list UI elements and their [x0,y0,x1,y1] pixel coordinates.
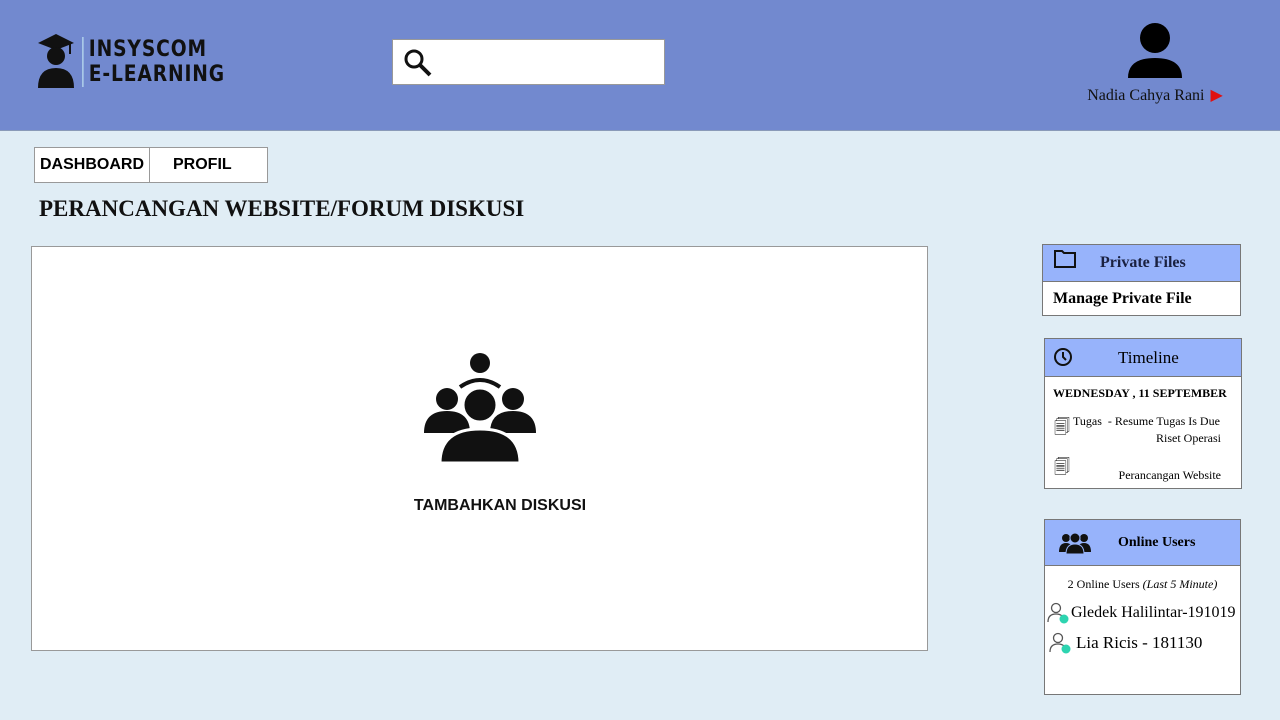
private-files-panel: Private Files Manage Private File [1042,244,1241,316]
header: INSYSCOM E-LEARNING Nadia Cahya Rani ▶ [0,0,1280,131]
search-icon[interactable] [403,48,433,78]
avatar-icon [1128,23,1182,78]
page-title: PERANCANGAN WEBSITE/FORUM DISKUSI [39,196,525,221]
timeline-title: Timeline [1118,347,1179,367]
add-discussion-button[interactable]: TAMBAHKAN DISKUSI [410,497,590,515]
timeline-panel: Timeline WEDNESDAY , 11 SEPTEMBER 🗐 Tuga… [1044,338,1242,489]
document-icon: 🗐 [1054,459,1070,476]
play-arrow-icon[interactable]: ▶ [1210,87,1222,104]
group-icon[interactable] [422,351,538,463]
timeline-date: WEDNESDAY , 11 SEPTEMBER [1053,386,1227,400]
folder-icon [1054,250,1076,268]
clock-icon [1054,348,1072,366]
graduate-icon [38,34,74,88]
nav-tabs: DASHBOARD PROFIL [34,147,268,183]
online-user[interactable]: Lia Ricis - 181130 [1049,632,1202,654]
user-name[interactable]: Nadia Cahya Rani [1087,87,1204,104]
logo[interactable]: INSYSCOM E-LEARNING [36,34,250,90]
logo-line1: INSYSCOM [88,37,207,62]
search-input[interactable] [392,39,665,85]
logo-line2: E-LEARNING [88,62,226,87]
discussion-area: TAMBAHKAN DISKUSI [31,246,928,651]
user-menu[interactable]: Nadia Cahya Rani ▶ [1070,20,1240,105]
tab-dashboard[interactable]: DASHBOARD [35,148,149,182]
timeline-item[interactable]: Perancangan Website [1119,468,1221,483]
private-files-title: Private Files [1100,254,1186,271]
document-icon: 🗐 [1054,419,1070,436]
online-users-title: Online Users [1118,534,1196,550]
user-online-icon [1047,602,1069,624]
manage-private-file-link[interactable]: Manage Private File [1043,282,1240,316]
user-online-icon [1049,632,1071,654]
online-count: 2 Online Users (Last 5 Minute) [1067,577,1218,591]
online-users-panel: Online Users 2 Online Users (Last 5 Minu… [1044,519,1241,695]
online-user[interactable]: Gledek Halilintar-191019 [1047,602,1236,624]
tab-profil[interactable]: PROFIL [149,148,267,182]
users-icon [1059,532,1091,554]
timeline-item[interactable]: Tugas - Resume Tugas Is Due Riset Operas… [1073,413,1221,447]
